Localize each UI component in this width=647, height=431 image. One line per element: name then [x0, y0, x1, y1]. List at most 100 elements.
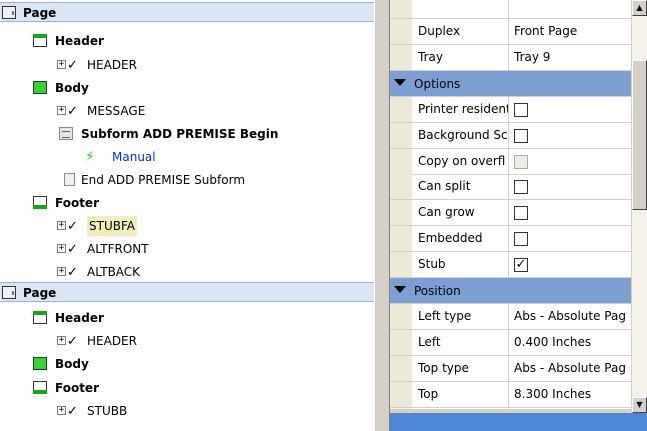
property-checkbox-cell[interactable]: ✓ [509, 252, 631, 277]
tree-node-label: End ADD PREMISE Subform [81, 173, 246, 187]
property-value[interactable]: Abs - Absolute Pag [509, 304, 631, 329]
property-checkbox-cell[interactable] [509, 97, 631, 122]
row-gutter [390, 149, 412, 174]
property-checkbox[interactable] [514, 206, 528, 220]
tree-node-label: STUBFA [87, 216, 137, 236]
property-checkbox[interactable] [514, 180, 528, 194]
property-row[interactable]: Copy on overfl [390, 149, 631, 175]
property-row[interactable]: Embedded [390, 226, 631, 252]
expand-icon[interactable]: + [57, 336, 66, 345]
tree-node-subformset[interactable]: Subform ADD PREMISE Begin [0, 124, 374, 144]
tree-node-label: Subform ADD PREMISE Begin [81, 127, 279, 141]
property-checkbox[interactable] [514, 129, 528, 143]
property-checkbox-cell[interactable] [509, 123, 631, 148]
property-row[interactable]: Can grow [390, 200, 631, 226]
tree-node-label: ALTBACK [87, 265, 141, 279]
property-checkbox-cell[interactable] [509, 226, 631, 251]
property-row[interactable]: Printer resident [390, 97, 631, 123]
property-checkbox-cell[interactable] [509, 149, 631, 174]
tree-node-footer[interactable]: Footer [0, 193, 374, 213]
tree-node-label: Page [23, 286, 57, 300]
tree-node-subform[interactable]: + ✓ STUBB [0, 401, 374, 421]
property-value[interactable]: Abs - Absolute Pag [509, 356, 631, 381]
vertical-scrollbar[interactable]: ▲ ▼ [631, 0, 647, 413]
property-checkbox-cell[interactable] [509, 200, 631, 225]
property-row[interactable]: Stub ✓ [390, 252, 631, 278]
category-position[interactable]: Position [390, 278, 631, 304]
tree-node-label: HEADER [87, 58, 137, 72]
tree-node-subform[interactable]: + ✓ ALTBACK [0, 262, 374, 282]
collapse-triangle-icon[interactable] [394, 286, 406, 293]
property-checkbox[interactable]: ✓ [514, 258, 528, 272]
tree-node-page[interactable]: Page [0, 282, 374, 302]
tree-node-body[interactable]: Body [0, 354, 374, 374]
check-icon[interactable]: ✓ [67, 332, 78, 352]
property-checkbox-cell[interactable] [509, 174, 631, 199]
tree-node-endsubform[interactable]: End ADD PREMISE Subform [0, 170, 374, 190]
property-checkbox[interactable] [514, 232, 528, 246]
check-icon[interactable]: ✓ [67, 56, 78, 76]
property-row[interactable]: Top type Abs - Absolute Pag [390, 356, 631, 382]
body-section-icon [33, 357, 47, 370]
tree-node-header[interactable]: Header [0, 308, 374, 328]
row-gutter [390, 382, 412, 407]
tree-node-subform[interactable]: + ✓ HEADER [0, 331, 374, 351]
property-row[interactable]: Top 8.300 Inches [390, 382, 631, 408]
property-name: Background Sc [412, 123, 509, 148]
scroll-up-button[interactable]: ▲ [632, 0, 647, 16]
property-row[interactable]: Background Sc [390, 123, 631, 149]
expand-icon[interactable]: + [57, 406, 66, 415]
form-tree[interactable]: Page Header + ✓ HEADER Body + ✓ MESSAGE Subform A… [0, 0, 374, 431]
tree-node-label: Header [55, 311, 104, 325]
category-label: Position [414, 284, 461, 298]
property-value[interactable]: 0.400 Inches [509, 330, 631, 355]
row-gutter [390, 97, 412, 122]
category-options[interactable]: Options [390, 71, 631, 97]
scroll-down-button[interactable]: ▼ [632, 397, 647, 413]
tree-node-label: Footer [55, 196, 99, 210]
property-value[interactable]: Tray 9 [509, 45, 631, 70]
tree-node-label: STUBB [87, 404, 128, 418]
check-icon[interactable]: ✓ [67, 102, 78, 122]
tree-node-label: Manual [112, 150, 156, 164]
tree-node-label: ALTFRONT [87, 242, 149, 256]
tree-node-subform[interactable]: + ✓ ALTFRONT [0, 239, 374, 259]
property-grid[interactable]: Duplex Front Page Tray Tray 9 Options Printer… [390, 0, 647, 431]
tree-node-manual[interactable]: ⚡ Manual [0, 147, 374, 167]
pane-splitter[interactable] [374, 0, 390, 431]
tree-node-label: MESSAGE [87, 104, 146, 118]
lightning-icon: ⚡ [85, 149, 95, 165]
check-icon[interactable]: ✓ [67, 402, 78, 422]
tree-node-footer[interactable]: Footer [0, 378, 374, 398]
description-bar [390, 413, 647, 431]
row-gutter [390, 356, 412, 381]
property-row[interactable]: Left 0.400 Inches [390, 330, 631, 356]
property-row[interactable]: Duplex Front Page [390, 19, 631, 45]
tree-node-page[interactable]: Page [0, 2, 374, 22]
property-row[interactable]: Can split [390, 174, 631, 200]
expand-icon[interactable]: + [57, 221, 66, 230]
row-gutter [390, 0, 412, 18]
row-gutter [390, 45, 412, 70]
scroll-thumb[interactable] [632, 60, 647, 210]
collapse-triangle-icon[interactable] [394, 79, 406, 86]
expand-icon[interactable]: + [57, 244, 66, 253]
tree-node-subform[interactable]: + ✓ STUBFA [0, 216, 374, 236]
expand-icon[interactable]: + [57, 106, 66, 115]
row-gutter [390, 200, 412, 225]
tree-node-subform[interactable]: + ✓ HEADER [0, 55, 374, 75]
expand-icon[interactable]: + [57, 267, 66, 276]
check-icon[interactable]: ✓ [67, 217, 78, 237]
tree-node-body[interactable]: Body [0, 78, 374, 98]
property-row[interactable]: Left type Abs - Absolute Pag [390, 304, 631, 330]
property-checkbox[interactable] [514, 103, 528, 117]
expand-icon[interactable]: + [57, 60, 66, 69]
tree-node-subform[interactable]: + ✓ MESSAGE [0, 101, 374, 121]
property-value[interactable]: 8.300 Inches [509, 382, 631, 407]
check-icon[interactable]: ✓ [67, 263, 78, 283]
check-icon[interactable]: ✓ [67, 240, 78, 260]
tree-node-header[interactable]: Header [0, 31, 374, 51]
property-value[interactable]: Front Page [509, 19, 631, 44]
footer-section-icon [33, 381, 47, 394]
property-row[interactable]: Tray Tray 9 [390, 45, 631, 71]
